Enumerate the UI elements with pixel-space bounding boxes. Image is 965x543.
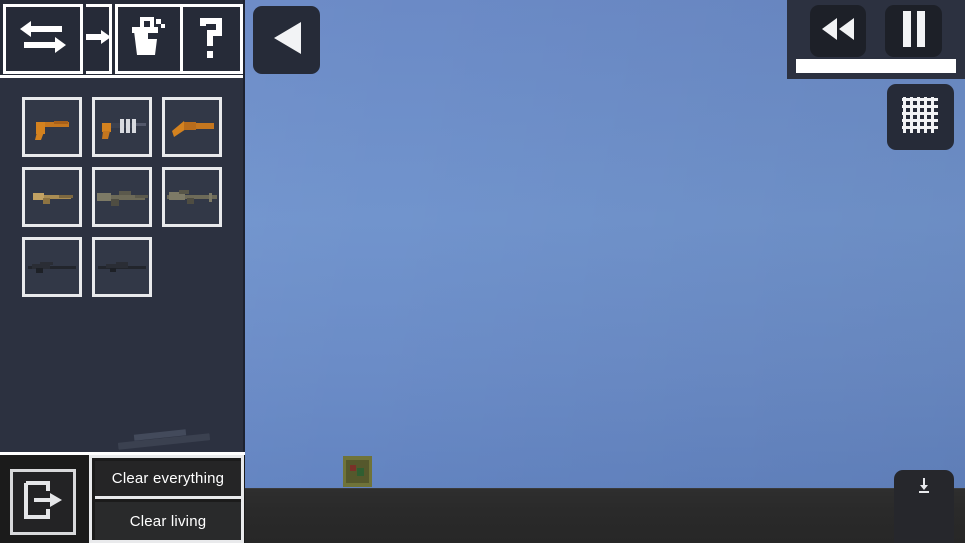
crate-detail-green — [357, 468, 364, 476]
weapon-carbine-icon — [33, 193, 73, 204]
weapon-preview-sprite — [110, 428, 215, 452]
weapon-sawed-off-icon — [172, 121, 214, 137]
item-slot-marksman[interactable] — [92, 237, 152, 297]
weapon-assault-rifle-icon — [97, 191, 148, 206]
item-slot-smg[interactable] — [92, 97, 152, 157]
paint-bucket-icon — [128, 15, 170, 63]
sidebar-toolbar — [0, 0, 245, 78]
clear-everything-button[interactable]: Clear everything — [95, 461, 241, 499]
grid-icon — [901, 96, 941, 139]
triangle-left-icon — [272, 21, 302, 60]
item-slot-battle-rifle[interactable] — [162, 167, 222, 227]
clear-everything-label: Clear everything — [111, 470, 225, 487]
pause-icon — [901, 10, 927, 53]
question-mark-icon — [196, 14, 228, 64]
item-slot-assault-rifle[interactable] — [92, 167, 152, 227]
timeline-scrubber[interactable] — [796, 59, 956, 73]
exit-button[interactable] — [10, 469, 76, 535]
weapon-smg-icon — [102, 119, 146, 139]
sidebar-edge — [243, 0, 245, 452]
entity-crate[interactable] — [341, 456, 374, 487]
weapon-battle-rifle-icon — [167, 190, 217, 204]
crate-detail-red — [350, 465, 356, 471]
swap-arrows-icon — [19, 18, 67, 60]
clear-living-label: Clear living — [129, 512, 207, 530]
item-slot-sniper[interactable] — [22, 237, 82, 297]
playback-panel — [787, 0, 965, 79]
item-slot-sawed-off[interactable] — [162, 97, 222, 157]
weapon-preview-body — [133, 429, 187, 441]
pause-button[interactable] — [885, 5, 942, 57]
rewind-button[interactable] — [810, 5, 866, 57]
clear-living-button[interactable]: Clear living — [95, 502, 241, 540]
rewind-icon — [820, 17, 856, 46]
weapon-sniper-icon — [28, 262, 76, 273]
exit-door-icon — [22, 479, 64, 526]
left-sidebar — [0, 0, 245, 452]
download-button[interactable] — [894, 470, 954, 543]
arrow-right-icon — [86, 23, 109, 55]
timeline-fill — [796, 59, 956, 73]
download-icon — [917, 478, 931, 499]
app-root: Clear everything Clear living — [0, 0, 965, 543]
back-button[interactable] — [253, 6, 320, 74]
weapon-marksman-icon — [98, 262, 146, 272]
weapon-preview-barrel — [117, 433, 211, 450]
item-slot-pistol[interactable] — [22, 97, 82, 157]
item-grid — [0, 84, 245, 324]
tool-paint-bucket-button[interactable] — [115, 4, 183, 74]
weapon-pistol-icon — [35, 121, 69, 140]
clear-button-group: Clear everything Clear living — [89, 455, 244, 543]
tool-help-button[interactable] — [180, 4, 243, 74]
grid-toggle-button[interactable] — [887, 84, 954, 150]
tool-swap-button[interactable] — [3, 4, 83, 74]
item-slot-carbine[interactable] — [22, 167, 82, 227]
tool-next-tab-button[interactable] — [86, 4, 112, 74]
